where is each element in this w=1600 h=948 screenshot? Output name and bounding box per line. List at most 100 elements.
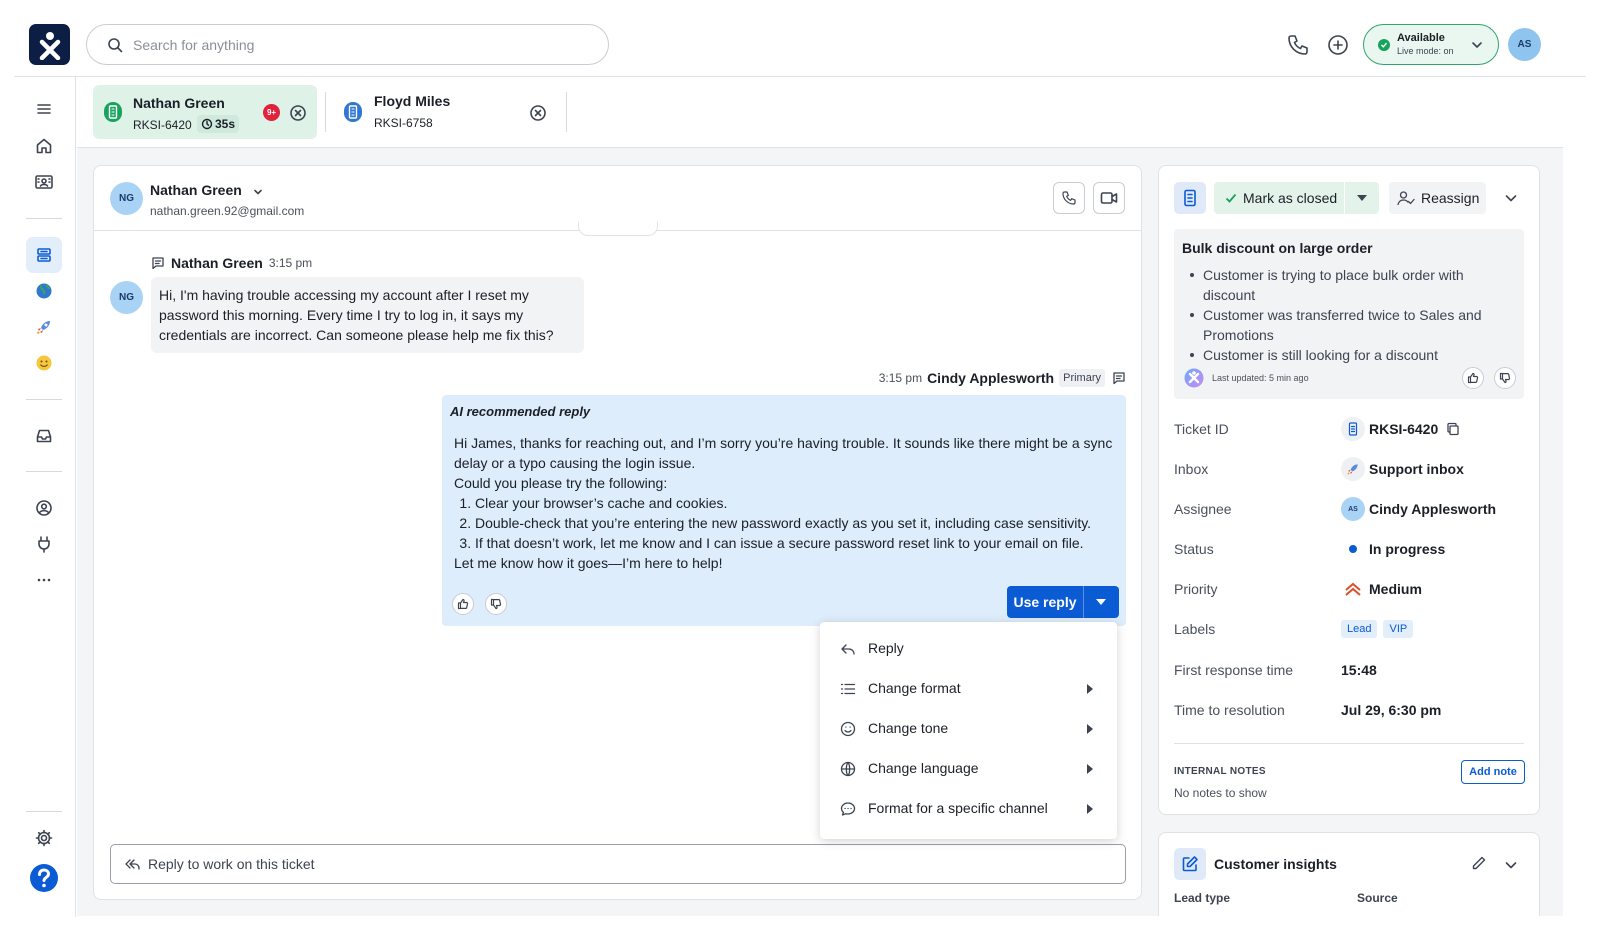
copy-icon[interactable] [1446,422,1460,436]
field-label: Labels [1174,621,1216,637]
ticket-tab[interactable]: Floyd Miles RKSI-6758 [329,85,553,139]
add-note-button[interactable]: Add note [1461,760,1525,784]
search-input[interactable] [133,36,573,53]
smiley-icon[interactable] [26,345,62,381]
user-reassign-icon [1397,190,1415,206]
ticket-icon[interactable] [1174,182,1206,214]
message-time: 3:15 pm [268,256,313,270]
availability-status-button[interactable]: Available Live mode: on [1363,24,1499,65]
bottom-edge [77,916,1600,948]
message-author: Cindy Applesworth [927,370,1055,386]
assignee-avatar: AS [1341,497,1365,521]
thumbs-down-icon[interactable] [485,593,507,615]
ticket-tabs-bar: Nathan Green RKSI-6420 35s 9+ Floyd Mile… [77,78,1563,148]
menu-icon[interactable] [26,91,62,127]
close-tab-icon[interactable] [529,104,547,122]
ai-recommended-reply: AI recommended reply Hi James, thanks fo… [442,395,1126,626]
contact-name[interactable]: Nathan Green [150,182,242,198]
label-chip[interactable]: Lead [1341,620,1378,638]
thumbs-up-icon[interactable] [452,593,474,615]
status-dot-icon [1341,537,1365,561]
ai-reply-steps: Clear your browser’s cache and cookies. … [475,493,1118,553]
more-icon[interactable] [26,562,62,598]
menu-item-label: Format for a specific channel [868,800,1048,816]
menu-item-label: Reply [868,640,904,656]
field-value[interactable]: In progress [1369,541,1445,557]
chevron-down-icon[interactable] [1503,190,1519,206]
reply-composer[interactable]: Reply to work on this ticket [110,844,1126,884]
use-reply-button[interactable]: Use reply [1007,586,1084,618]
thumbs-down-icon[interactable] [1494,367,1516,389]
ticket-tab-active[interactable]: Nathan Green RKSI-6420 35s 9+ [93,85,317,139]
field-value: Jul 29, 6:30 pm [1341,702,1442,718]
contact-avatar: NG [110,182,143,215]
thumbs-up-icon[interactable] [1462,367,1484,389]
globe-icon[interactable] [26,273,62,309]
video-call-button[interactable] [1093,182,1125,214]
summary-bullet: Customer was transferred twice to Sales … [1182,305,1502,345]
field-value: 15:48 [1341,662,1377,678]
menu-item-change-format[interactable]: Change format [820,669,1117,709]
phone-icon[interactable] [1286,33,1310,57]
inbox-icon[interactable] [26,418,62,454]
mark-closed-dropdown[interactable] [1345,182,1378,214]
caret-right-icon [1087,684,1093,694]
chevron-down-icon[interactable] [252,186,264,198]
app-logo[interactable] [29,24,70,65]
search-bar[interactable] [86,24,609,65]
ai-reply-closing: Let me know how it goes—I’m here to help… [454,555,723,571]
field-label: Assignee [1174,501,1232,517]
reply-options-menu: Reply Change format Change tone Change l… [820,622,1117,839]
add-circle-icon[interactable] [1326,33,1350,57]
customer-message-bubble: Hi, I'm having trouble accessing my acco… [151,277,584,353]
field-priority: Priority Medium [1174,575,1524,605]
mark-closed-label: Mark as closed [1243,190,1338,206]
ticket-icon [1341,417,1365,441]
summary-updated: Last updated: 5 min ago [1212,373,1309,383]
ticket-id-value: RKSI-6420 [1369,421,1439,437]
use-reply-dropdown[interactable] [1084,586,1118,618]
ticket-icon [103,101,123,123]
user-circle-icon[interactable] [26,490,62,526]
pencil-icon[interactable] [1471,855,1487,871]
menu-item-change-language[interactable]: Change language [820,749,1117,789]
summary-title: Bulk discount on large order [1182,240,1373,256]
help-icon[interactable] [26,860,62,896]
label-chip[interactable]: VIP [1383,620,1414,638]
field-assignee: Assignee AS Cindy Applesworth [1174,495,1524,525]
caret-right-icon [1087,804,1093,814]
user-avatar[interactable]: AS [1508,28,1541,61]
field-value[interactable]: Cindy Applesworth [1369,501,1496,517]
menu-item-format-channel[interactable]: Format for a specific channel [820,789,1117,829]
ai-reply-step: If that doesn’t work, let me know and I … [475,533,1118,553]
home-icon[interactable] [26,128,62,164]
reply-placeholder: Reply to work on this ticket [148,856,315,872]
chevron-down-icon[interactable] [1503,857,1519,873]
use-reply-split-button: Use reply [1007,586,1119,618]
reassign-button[interactable]: Reassign [1389,182,1486,214]
plug-icon[interactable] [26,526,62,562]
tickets-icon[interactable] [26,237,62,273]
mark-closed-button[interactable]: Mark as closed [1214,182,1345,214]
field-value[interactable]: Medium [1369,581,1422,597]
tab-contact-name: Nathan Green [133,95,225,111]
caret-right-icon [1087,764,1093,774]
menu-item-change-tone[interactable]: Change tone [820,709,1117,749]
rocket-icon[interactable] [26,309,62,345]
call-button[interactable] [1053,182,1085,214]
settings-icon[interactable] [26,820,62,856]
caret-right-icon [1087,724,1093,734]
close-tab-icon[interactable] [289,104,307,122]
ai-feedback [452,593,507,615]
load-more-pill[interactable] [578,222,658,236]
field-label: Status [1174,541,1214,557]
message-time: 3:15 pm [878,371,923,385]
message-icon [151,256,165,270]
field-value: Support inbox [1369,461,1464,477]
field-label: Priority [1174,581,1218,597]
mark-closed-split-button: Mark as closed [1214,182,1379,214]
agent-message-header: 3:15 pm Cindy Applesworth Primary [879,369,1126,387]
message-icon [1112,371,1126,385]
contacts-icon[interactable] [26,164,62,200]
menu-item-reply[interactable]: Reply [820,629,1117,669]
